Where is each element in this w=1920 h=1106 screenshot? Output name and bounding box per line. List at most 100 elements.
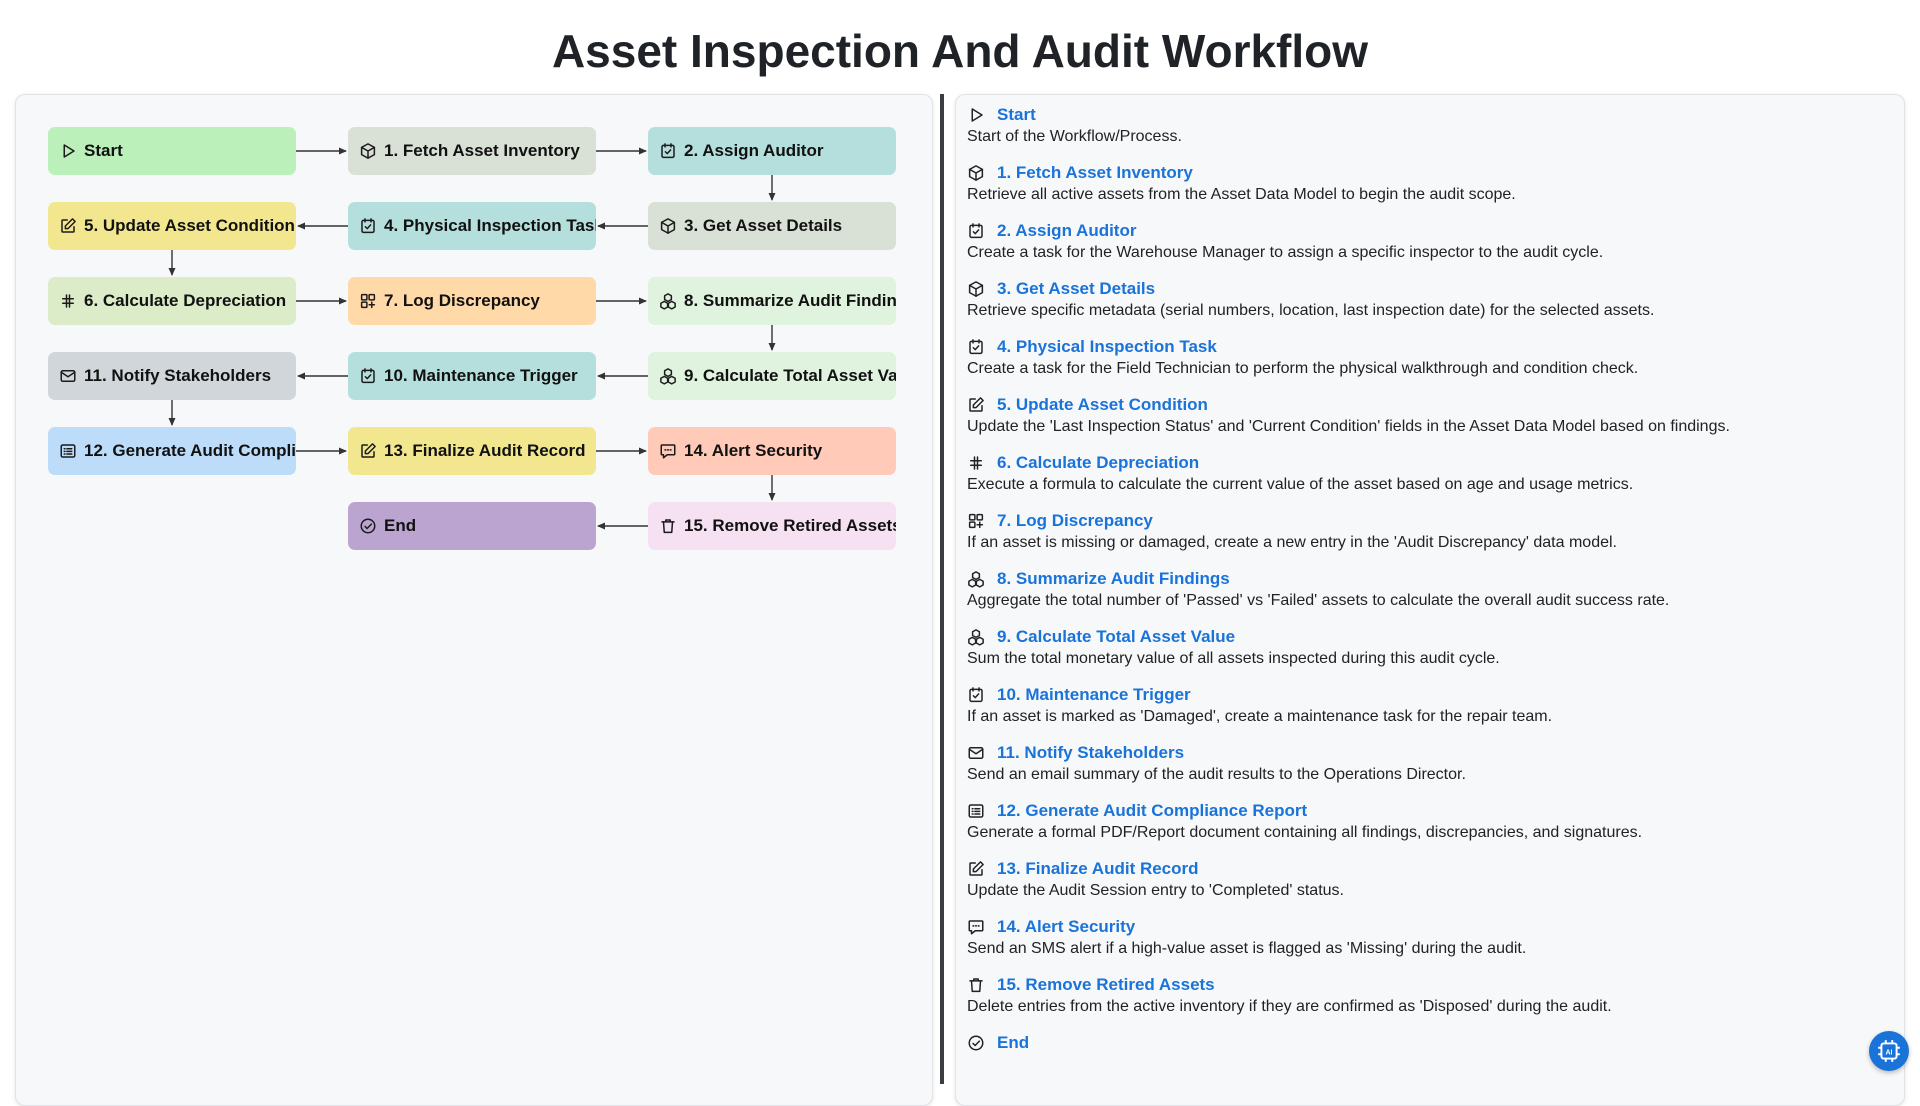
step-description-remove-retired-assets: 15. Remove Retired Assets Delete entries … [967, 975, 1894, 1016]
step-description-assign-auditor: 2. Assign Auditor Create a task for the W… [967, 221, 1894, 262]
step-heading: 15. Remove Retired Assets [967, 975, 1894, 995]
node-summarize-audit-findings[interactable]: 8. Summarize Audit Findings [648, 277, 896, 325]
step-heading: Start [967, 105, 1894, 125]
step-title-link[interactable]: End [997, 1033, 1029, 1053]
step-title-link[interactable]: 14. Alert Security [997, 917, 1135, 937]
cubes-icon [967, 570, 985, 588]
node-maintenance-trigger[interactable]: 10. Maintenance Trigger [348, 352, 596, 400]
node-label: 1. Fetch Asset Inventory [384, 141, 580, 160]
step-title-link[interactable]: 4. Physical Inspection Task [997, 337, 1217, 357]
step-heading: 11. Notify Stakeholders [967, 743, 1894, 763]
cubes-icon [968, 629, 984, 646]
node-generate-audit-compliance-report[interactable]: 12. Generate Audit Compliance Report [48, 427, 296, 475]
step-title-link[interactable]: 13. Finalize Audit Record [997, 859, 1199, 879]
step-title-link[interactable]: 7. Log Discrepancy [997, 511, 1153, 531]
step-heading: 5. Update Asset Condition [967, 395, 1894, 415]
grid-plus-icon [360, 293, 376, 309]
page-title: Asset Inspection And Audit Workflow [551, 25, 1369, 77]
node-fetch-asset-inventory[interactable]: 1. Fetch Asset Inventory [348, 127, 596, 175]
step-description-start: Start Start of the Workflow/Process. [967, 105, 1894, 146]
step-title-link[interactable]: 6. Calculate Depreciation [997, 453, 1199, 473]
hash-icon [59, 292, 77, 310]
check-circle-icon [968, 1035, 984, 1051]
step-title-link[interactable]: 9. Calculate Total Asset Value [997, 627, 1235, 647]
node-log-discrepancy[interactable]: 7. Log Discrepancy [348, 277, 596, 325]
step-title-link[interactable]: 8. Summarize Audit Findings [997, 569, 1230, 589]
ai-assistant-button[interactable]: AI [1869, 1031, 1909, 1071]
edit-icon [59, 217, 77, 235]
step-title-link[interactable]: 1. Fetch Asset Inventory [997, 163, 1193, 183]
node-label: 4. Physical Inspection Task [384, 216, 596, 235]
step-title-link[interactable]: Start [997, 105, 1036, 125]
step-title-link[interactable]: 5. Update Asset Condition [997, 395, 1208, 415]
check-circle-icon [359, 517, 377, 535]
step-description-text: Execute a formula to calculate the curre… [967, 476, 1634, 493]
mail-icon [967, 744, 985, 762]
step-heading: 2. Assign Auditor [967, 221, 1894, 241]
step-description-text: Start of the Workflow/Process. [967, 128, 1182, 145]
message-icon [968, 920, 984, 935]
step-description-generate-audit-compliance-report: 12. Generate Audit Compliance Report Gene… [967, 801, 1894, 842]
node-remove-retired-assets[interactable]: 15. Remove Retired Assets [648, 502, 896, 550]
step-title-link[interactable]: 12. Generate Audit Compliance Report [997, 801, 1307, 821]
node-start[interactable]: Start [48, 127, 296, 175]
step-description-notify-stakeholders: 11. Notify Stakeholders Send an email sum… [967, 743, 1894, 784]
trash-icon [661, 519, 675, 534]
hash-icon [970, 456, 982, 470]
step-description-text: Send an email summary of the audit resul… [967, 766, 1466, 783]
cubes-icon [967, 628, 985, 646]
node-calculate-depreciation[interactable]: 6. Calculate Depreciation [48, 277, 296, 325]
play-icon [59, 142, 77, 160]
node-physical-inspection-task[interactable]: 4. Physical Inspection Task [348, 202, 596, 250]
node-notify-stakeholders[interactable]: 11. Notify Stakeholders [48, 352, 296, 400]
hash-icon [967, 454, 985, 472]
step-heading: 13. Finalize Audit Record [967, 859, 1894, 879]
report-icon [967, 802, 985, 820]
description-panel: Start Start of the Workflow/Process. 1. Fe… [955, 94, 1905, 1106]
task-check-icon [967, 338, 985, 356]
node-label: 8. Summarize Audit Findings [684, 291, 896, 310]
task-check-icon [659, 142, 677, 160]
cube-icon [968, 281, 984, 297]
step-title-link[interactable]: 15. Remove Retired Assets [997, 975, 1215, 995]
panel-divider[interactable] [940, 94, 944, 1084]
node-alert-security[interactable]: 14. Alert Security [648, 427, 896, 475]
node-label: 11. Notify Stakeholders [84, 366, 272, 385]
mail-icon [59, 367, 77, 385]
step-description-update-asset-condition: 5. Update Asset Condition Update the 'Las… [967, 395, 1894, 436]
step-title-link[interactable]: 11. Notify Stakeholders [997, 743, 1184, 763]
step-title-link[interactable]: 2. Assign Auditor [997, 221, 1136, 241]
node-finalize-audit-record[interactable]: 13. Finalize Audit Record [348, 427, 596, 475]
node-get-asset-details[interactable]: 3. Get Asset Details [648, 202, 896, 250]
edit-icon [361, 443, 376, 458]
step-heading: 7. Log Discrepancy [967, 511, 1894, 531]
step-description-text: If an asset is marked as 'Damaged', crea… [967, 708, 1553, 725]
task-check-icon [969, 223, 983, 239]
node-label: 2. Assign Auditor [684, 141, 824, 160]
step-title-link[interactable]: 10. Maintenance Trigger [997, 685, 1191, 705]
cube-icon [359, 142, 377, 160]
node-assign-auditor[interactable]: 2. Assign Auditor [648, 127, 896, 175]
task-check-icon [969, 339, 983, 355]
step-description-text: Aggregate the total number of 'Passed' v… [967, 592, 1670, 609]
ai-chip-icon: AI [1878, 1040, 1900, 1062]
diagram-panel: Start 1. Fetch Asset Inventory 2. Assign A… [15, 94, 933, 1106]
node-label: 9. Calculate Total Asset Value [684, 366, 896, 385]
step-description-text: Create a task for the Field Technician t… [967, 360, 1639, 377]
cubes-icon [659, 367, 677, 385]
check-circle-icon [360, 518, 376, 534]
step-description-maintenance-trigger: 10. Maintenance Trigger If an asset is ma… [967, 685, 1894, 726]
node-update-asset-condition[interactable]: 5. Update Asset Condition [48, 202, 296, 250]
node-label: 3. Get Asset Details [684, 216, 843, 235]
step-title-link[interactable]: 3. Get Asset Details [997, 279, 1155, 299]
play-icon [971, 108, 983, 122]
svg-text:AI: AI [1885, 1049, 1892, 1056]
task-check-icon [661, 143, 675, 159]
task-check-icon [967, 222, 985, 240]
step-description-end: End [967, 1033, 1894, 1053]
cube-icon [967, 280, 985, 298]
trash-icon [967, 976, 985, 994]
node-calculate-total-asset-value[interactable]: 9. Calculate Total Asset Value [648, 352, 896, 400]
node-end[interactable]: End [348, 502, 596, 550]
step-heading: End [967, 1033, 1894, 1053]
